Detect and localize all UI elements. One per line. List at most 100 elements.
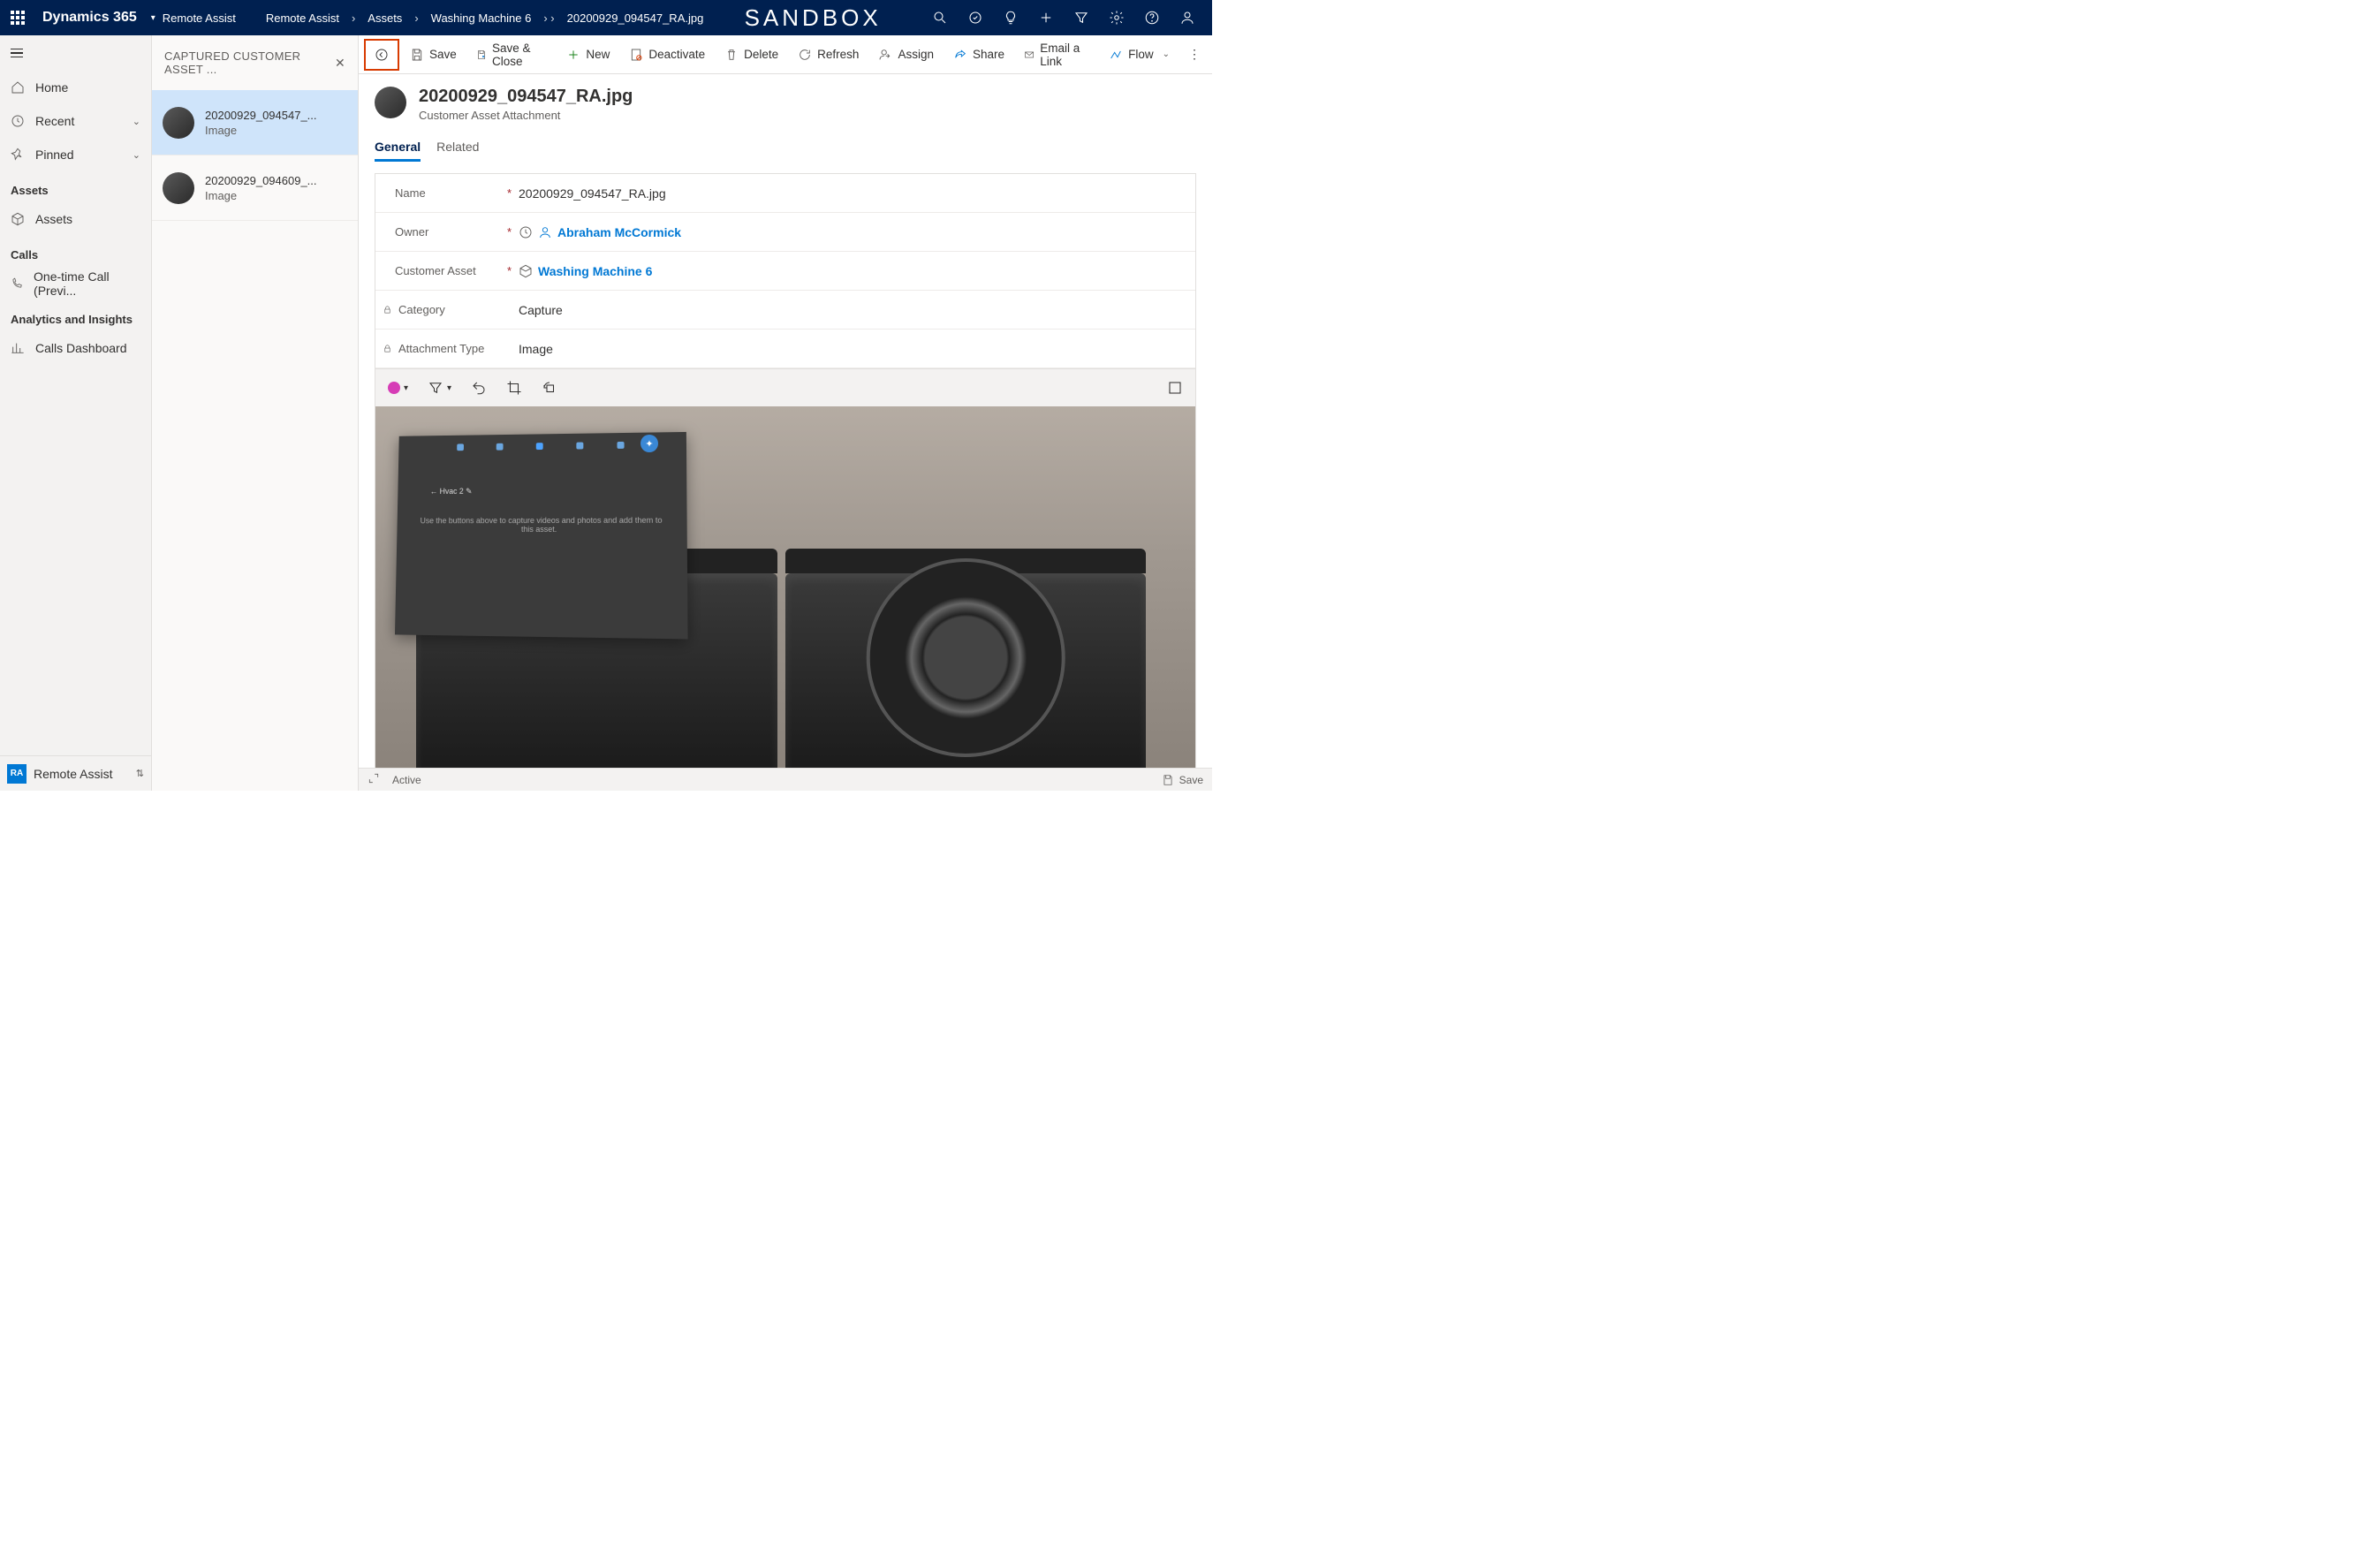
cmd-label: Save & Close — [492, 42, 547, 68]
overflow-icon[interactable]: ⋮ — [1182, 47, 1207, 62]
plus-icon[interactable] — [1028, 0, 1064, 35]
email-link-button[interactable]: Email a Link — [1015, 39, 1098, 71]
chart-icon — [11, 341, 25, 355]
nav-home[interactable]: Home — [0, 71, 151, 104]
nav-item-label: One-time Call (Previ... — [34, 269, 140, 298]
field-value: 20200929_094547_RA.jpg — [519, 186, 666, 201]
record-title: 20200929_094547_RA.jpg — [419, 87, 633, 107]
pin-badge-icon: ✦ — [640, 435, 658, 452]
field-value: Image — [519, 342, 553, 356]
expand-tool[interactable] — [1167, 380, 1183, 396]
image-editor: ▾ ▾ ← Hvac 2 ✎ Use — [375, 368, 1195, 768]
nav-section-assets: Assets — [0, 171, 151, 202]
user-icon[interactable] — [1170, 0, 1205, 35]
pin-icon — [11, 148, 25, 162]
form-row-name: Name * 20200929_094547_RA.jpg — [375, 174, 1195, 213]
flow-button[interactable]: Flow ⌄ — [1100, 39, 1179, 71]
gear-icon[interactable] — [1099, 0, 1134, 35]
form-card: Name * 20200929_094547_RA.jpg Owner * — [375, 173, 1196, 768]
field-label: Customer Asset — [395, 264, 476, 277]
box-icon — [519, 264, 533, 278]
list-item[interactable]: 20200929_094547_... Image — [152, 90, 358, 155]
app-launcher-icon[interactable] — [0, 0, 35, 35]
list-item-title: 20200929_094609_... — [205, 174, 317, 187]
nav-section-analytics: Analytics and Insights — [0, 300, 151, 331]
filter-icon[interactable] — [1064, 0, 1099, 35]
command-bar: Save Save & Close New Deactivate Delete … — [359, 35, 1212, 74]
delete-button[interactable]: Delete — [716, 39, 787, 71]
name-field[interactable]: 20200929_094547_RA.jpg — [519, 179, 1176, 208]
breadcrumb-item[interactable]: Washing Machine 6 — [431, 11, 532, 25]
nav-item-assets[interactable]: Assets — [0, 202, 151, 236]
color-picker-tool[interactable]: ▾ — [388, 382, 408, 394]
field-value: Washing Machine 6 — [538, 264, 652, 278]
tab-general[interactable]: General — [375, 134, 421, 162]
content-area: Save Save & Close New Deactivate Delete … — [359, 35, 1212, 791]
list-panel: CAPTURED CUSTOMER ASSET ... ✕ 20200929_0… — [152, 35, 359, 791]
box-icon — [11, 212, 25, 226]
breadcrumb-item[interactable]: Remote Assist — [163, 11, 236, 25]
search-icon[interactable] — [922, 0, 958, 35]
breadcrumb-item[interactable]: Remote Assist — [266, 11, 339, 25]
undo-tool[interactable] — [471, 380, 487, 396]
nav-recent-label: Recent — [35, 114, 74, 128]
crop-tool[interactable] — [506, 380, 522, 396]
field-value: Abraham McCormick — [557, 225, 681, 239]
app-badge: RA — [7, 764, 27, 784]
nav-item-label: Assets — [35, 212, 72, 226]
record-header: 20200929_094547_RA.jpg Customer Asset At… — [375, 87, 1196, 122]
lock-icon — [383, 344, 392, 353]
nav-section-calls: Calls — [0, 236, 151, 267]
top-header: Dynamics 365 ▾ Remote Assist Remote Assi… — [0, 0, 1212, 35]
lightbulb-icon[interactable] — [993, 0, 1028, 35]
cmd-label: Deactivate — [648, 48, 705, 61]
back-button[interactable] — [364, 39, 399, 71]
customer-asset-field[interactable]: Washing Machine 6 — [519, 257, 1176, 285]
nav-item-calls-dashboard[interactable]: Calls Dashboard — [0, 331, 151, 365]
assign-button[interactable]: Assign — [869, 39, 943, 71]
cmd-label: Save — [429, 48, 457, 61]
nav-item-onetime-call[interactable]: One-time Call (Previ... — [0, 267, 151, 300]
nav-home-label: Home — [35, 80, 68, 95]
cmd-label: Delete — [744, 48, 778, 61]
image-preview[interactable]: ← Hvac 2 ✎ Use the buttons above to capt… — [375, 406, 1195, 768]
breadcrumb-item[interactable]: 20200929_094547_RA.jpg — [567, 11, 704, 25]
rotate-tool[interactable] — [542, 380, 557, 396]
breadcrumb-sep: › — [414, 11, 418, 25]
clock-icon — [11, 114, 25, 128]
list-item-sub: Image — [205, 189, 317, 202]
save-close-button[interactable]: Save & Close — [467, 39, 557, 71]
task-icon[interactable] — [958, 0, 993, 35]
record-thumb-icon — [375, 87, 406, 118]
record-subtitle: Customer Asset Attachment — [419, 109, 633, 122]
highlight-tool[interactable]: ▾ — [428, 380, 451, 396]
expand-icon[interactable] — [368, 772, 380, 787]
list-panel-title: CAPTURED CUSTOMER ASSET ... — [164, 49, 335, 76]
save-status-button[interactable]: Save — [1162, 774, 1203, 786]
tab-related[interactable]: Related — [436, 134, 479, 162]
save-button[interactable]: Save — [401, 39, 466, 71]
nav-item-label: Calls Dashboard — [35, 341, 127, 355]
list-item[interactable]: 20200929_094609_... Image — [152, 155, 358, 221]
app-switcher[interactable]: RA Remote Assist ⇅ — [0, 755, 151, 791]
chevron-down-icon[interactable]: ▾ — [151, 13, 155, 23]
owner-field[interactable]: Abraham McCormick — [519, 218, 1176, 246]
refresh-button[interactable]: Refresh — [789, 39, 868, 71]
breadcrumb-sep: › › — [543, 11, 554, 25]
person-icon — [538, 225, 552, 239]
list-item-sub: Image — [205, 124, 317, 137]
chevron-down-icon: ⌄ — [133, 116, 140, 127]
new-button[interactable]: New — [557, 39, 618, 71]
share-button[interactable]: Share — [944, 39, 1013, 71]
deactivate-button[interactable]: Deactivate — [620, 39, 714, 71]
sandbox-label: SANDBOX — [703, 4, 922, 32]
nav-pinned[interactable]: Pinned ⌄ — [0, 138, 151, 171]
nav-recent[interactable]: Recent ⌄ — [0, 104, 151, 138]
list-item-title: 20200929_094547_... — [205, 109, 317, 122]
ar-panel-title: ← Hvac 2 ✎ — [430, 487, 473, 496]
breadcrumb-item[interactable]: Assets — [368, 11, 402, 25]
help-icon[interactable] — [1134, 0, 1170, 35]
hamburger-icon[interactable] — [0, 35, 151, 71]
close-icon[interactable]: ✕ — [335, 56, 345, 71]
field-label: Name — [395, 186, 426, 200]
